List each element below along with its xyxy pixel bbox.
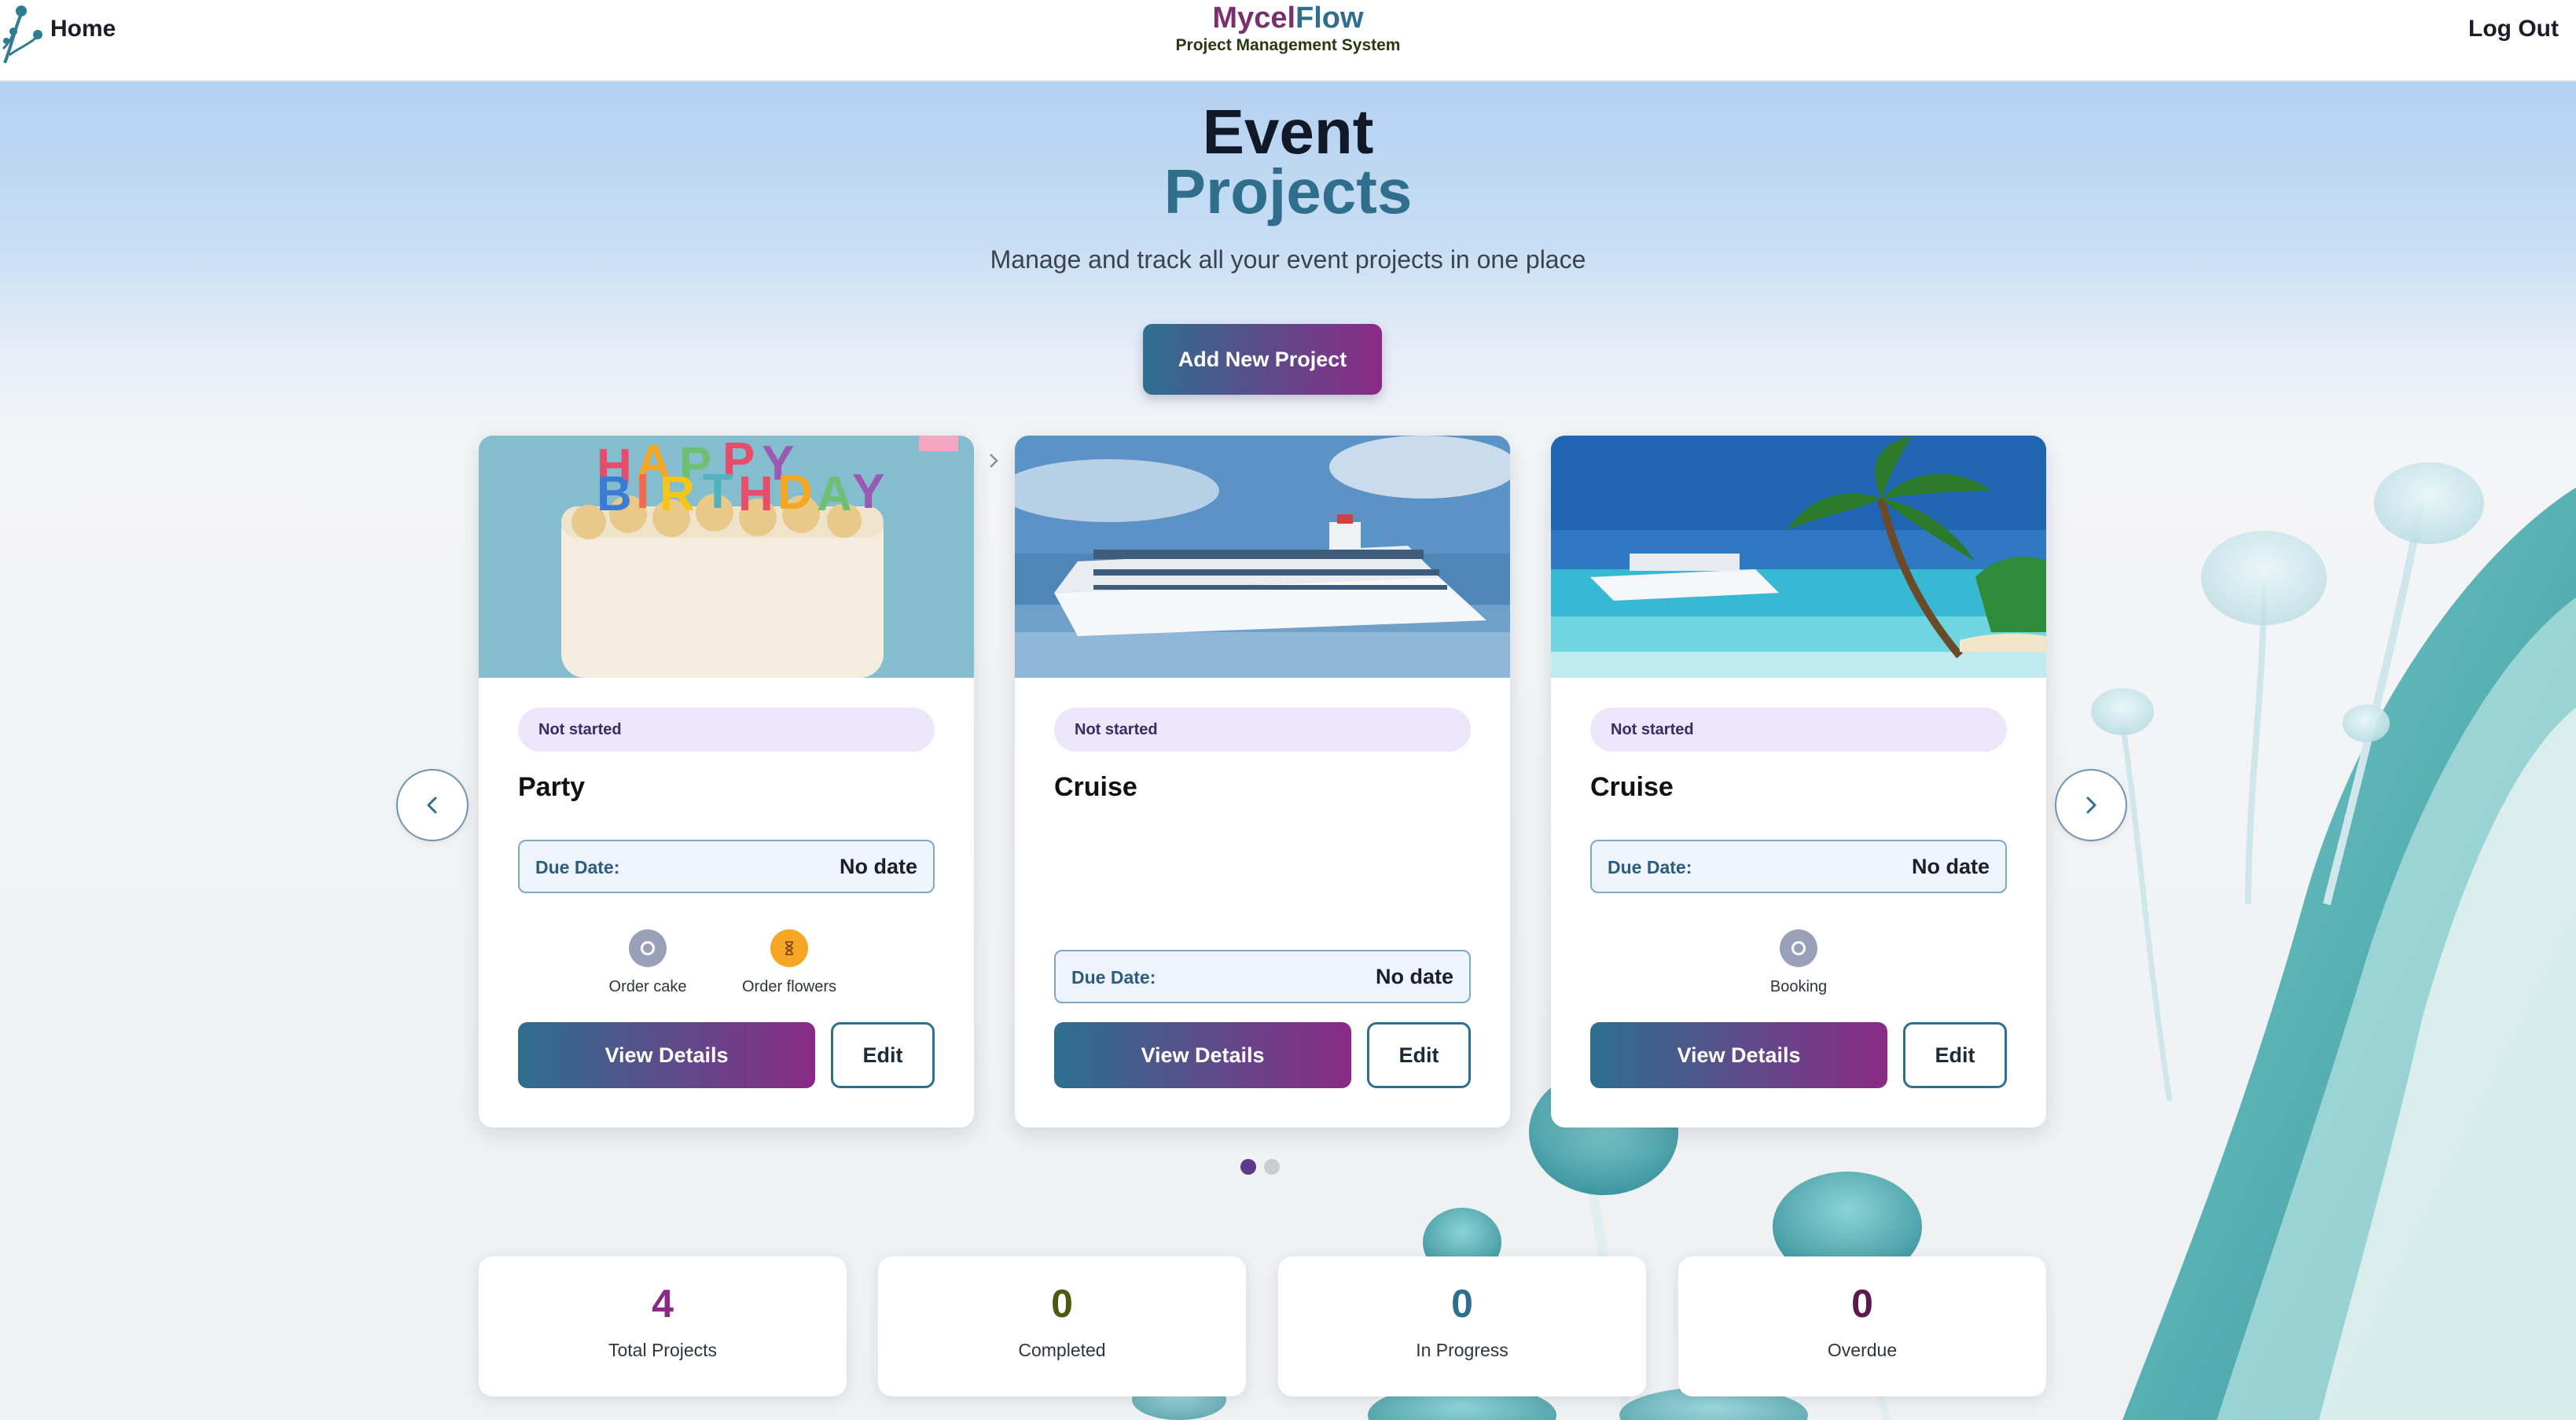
edit-button[interactable]: Edit	[1903, 1022, 2007, 1088]
circle-icon	[629, 929, 667, 967]
due-date-label: Due Date:	[535, 857, 620, 877]
stat-card-total: 4 Total Projects	[479, 1256, 847, 1396]
hourglass-icon	[770, 929, 808, 967]
pagination-dot-active[interactable]	[1240, 1159, 1256, 1175]
due-date-label: Due Date:	[1608, 857, 1692, 877]
page-title-line2: Projects	[1163, 156, 1413, 226]
project-card: Not started Cruise Due Date: No date Boo…	[1551, 436, 2046, 1128]
svg-text:B: B	[597, 467, 632, 521]
status-badge: Not started	[518, 708, 935, 752]
carousel-next-button[interactable]	[2055, 769, 2127, 841]
chevron-left-icon	[427, 796, 437, 814]
svg-text:A: A	[817, 467, 852, 521]
page-title-line1: Event	[1202, 97, 1374, 167]
cruise-ship-image	[1015, 436, 1510, 678]
stat-label: Completed	[1018, 1340, 1106, 1360]
project-title: Cruise	[1054, 772, 1137, 802]
task-label: Booking	[1769, 978, 1828, 995]
brand-name: MycelFlow	[0, 0, 2576, 36]
view-details-button[interactable]: View Details	[1590, 1022, 1887, 1088]
svg-text:Y: Y	[852, 465, 884, 519]
svg-text:I: I	[636, 465, 649, 519]
brand-name-part2: Flow	[1295, 2, 1364, 35]
project-title: Cruise	[1590, 772, 1674, 802]
circle-icon	[1780, 929, 1817, 967]
add-new-project-button[interactable]: Add New Project	[1143, 324, 1382, 395]
due-date-value: No date	[1375, 965, 1453, 988]
stat-value: 0	[1851, 1282, 1873, 1326]
due-date-label: Due Date:	[1071, 967, 1156, 988]
carousel-pagination	[1240, 1159, 1280, 1175]
svg-text:D: D	[777, 465, 813, 520]
edit-button[interactable]: Edit	[1367, 1022, 1471, 1088]
project-card: HA PPY BIR THD AY Not started Party Due …	[479, 436, 974, 1128]
pagination-dot[interactable]	[1264, 1159, 1280, 1175]
birthday-cake-image: HA PPY BIR THD AY	[479, 436, 974, 678]
stat-value: 4	[652, 1282, 674, 1326]
brand-subtitle: Project Management System	[1175, 36, 1401, 54]
brand-name-part1: Mycel	[1212, 2, 1296, 35]
edit-button[interactable]: Edit	[831, 1022, 935, 1088]
status-badge: Not started	[1054, 708, 1471, 752]
task-item[interactable]: Order flowers	[722, 929, 856, 996]
project-title: Party	[518, 772, 586, 802]
svg-text:R: R	[660, 467, 695, 521]
brand: MycelFlow Project Management System	[0, 0, 2576, 55]
due-date-box: Due Date: No date	[1590, 840, 2007, 893]
stat-label: Total Projects	[608, 1340, 718, 1360]
view-details-button[interactable]: View Details	[1054, 1022, 1351, 1088]
stat-card-overdue: 0 Overdue	[1678, 1256, 2046, 1396]
task-label: Order cake	[608, 978, 687, 995]
top-navbar: Home MycelFlow Project Management System…	[0, 0, 2576, 82]
due-date-value: No date	[839, 855, 917, 878]
status-badge: Not started	[1590, 708, 2007, 752]
due-date-box: Due Date: No date	[1054, 950, 1471, 1003]
task-label: Order flowers	[741, 978, 837, 995]
carousel-prev-button[interactable]	[396, 769, 469, 841]
task-item[interactable]: Order cake	[581, 929, 715, 996]
stat-card-in-progress: 0 In Progress	[1278, 1256, 1646, 1396]
stat-card-completed: 0 Completed	[878, 1256, 1246, 1396]
view-details-button[interactable]: View Details	[518, 1022, 815, 1088]
due-date-box: Due Date: No date	[518, 840, 935, 893]
tropical-cruise-image	[1551, 436, 2046, 678]
page-subtitle: Manage and track all your event projects…	[990, 245, 1586, 274]
logout-link[interactable]: Log Out	[2468, 16, 2559, 42]
hero-section: Event Projects Manage and track all your…	[0, 99, 2576, 274]
chevron-right-icon	[2086, 796, 2096, 814]
svg-text:T: T	[703, 465, 733, 519]
svg-text:H: H	[738, 467, 774, 521]
task-item[interactable]: Booking	[1732, 929, 1865, 996]
due-date-value: No date	[1911, 855, 1990, 878]
chevron-right-icon	[990, 454, 998, 468]
stat-label: Overdue	[1827, 1340, 1898, 1360]
stat-label: In Progress	[1416, 1340, 1508, 1360]
stat-value: 0	[1451, 1282, 1473, 1326]
stat-value: 0	[1051, 1282, 1073, 1326]
project-card: Not started Cruise Due Date: No date Vie…	[1015, 436, 1510, 1128]
